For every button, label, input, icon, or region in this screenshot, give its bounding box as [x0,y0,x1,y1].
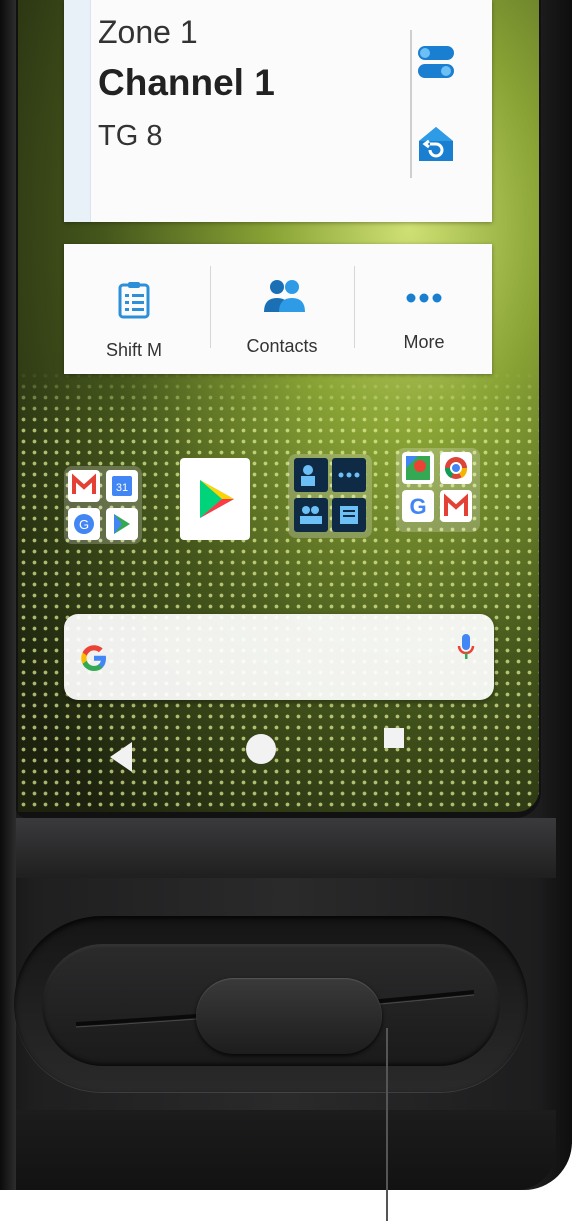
device-bottom-lip [16,1110,556,1190]
google-search-bar[interactable] [64,614,494,700]
more-dots-icon [404,278,444,318]
shortcut-label: Shift M [105,340,162,360]
toggle-settings-icon[interactable] [416,42,456,82]
shortcut-widget: Shift M Contacts More [64,244,492,374]
svg-text:31: 31 [116,482,128,494]
contacts-icon [262,276,305,316]
shortcut-more[interactable]: More [354,244,494,374]
shortcut-divider [210,266,211,348]
recents-icon[interactable] [382,726,406,755]
svg-text:G: G [409,494,426,519]
radio-apps-folder-icon[interactable] [288,454,372,538]
home-return-icon[interactable] [416,124,456,164]
talkgroup-label: TG 8 [98,120,163,152]
zone-label: Zone 1 [98,14,198,50]
svg-text:G: G [79,517,89,532]
google-g-icon [78,642,110,674]
clipboard-list-icon [114,280,154,320]
shortcut-contacts[interactable]: Contacts [212,244,352,374]
device-chin [16,818,556,878]
ptt-button[interactable] [196,978,382,1054]
shortcut-label: Contacts [246,336,318,356]
google-maps-folder-icon[interactable]: G [396,448,480,532]
shortcut-label: More [403,332,445,352]
wallpaper-dot-pattern [18,370,539,812]
device-body: Zone 1 Channel 1 TG 8 Shift M Contacts M… [0,0,572,1190]
mic-icon[interactable] [456,632,476,666]
callout-line [386,1028,388,1221]
shortcut-shift-m[interactable]: Shift M [64,244,204,374]
google-apps-folder-icon[interactable]: 31 G [64,466,142,544]
channel-label: Channel 1 [98,62,275,103]
play-store-icon[interactable] [180,458,250,540]
home-icon[interactable] [244,732,278,771]
channel-widget-divider [410,30,412,178]
back-icon[interactable] [106,740,136,779]
screen: Zone 1 Channel 1 TG 8 Shift M Contacts M… [16,0,541,818]
channel-widget-accent [64,0,91,222]
